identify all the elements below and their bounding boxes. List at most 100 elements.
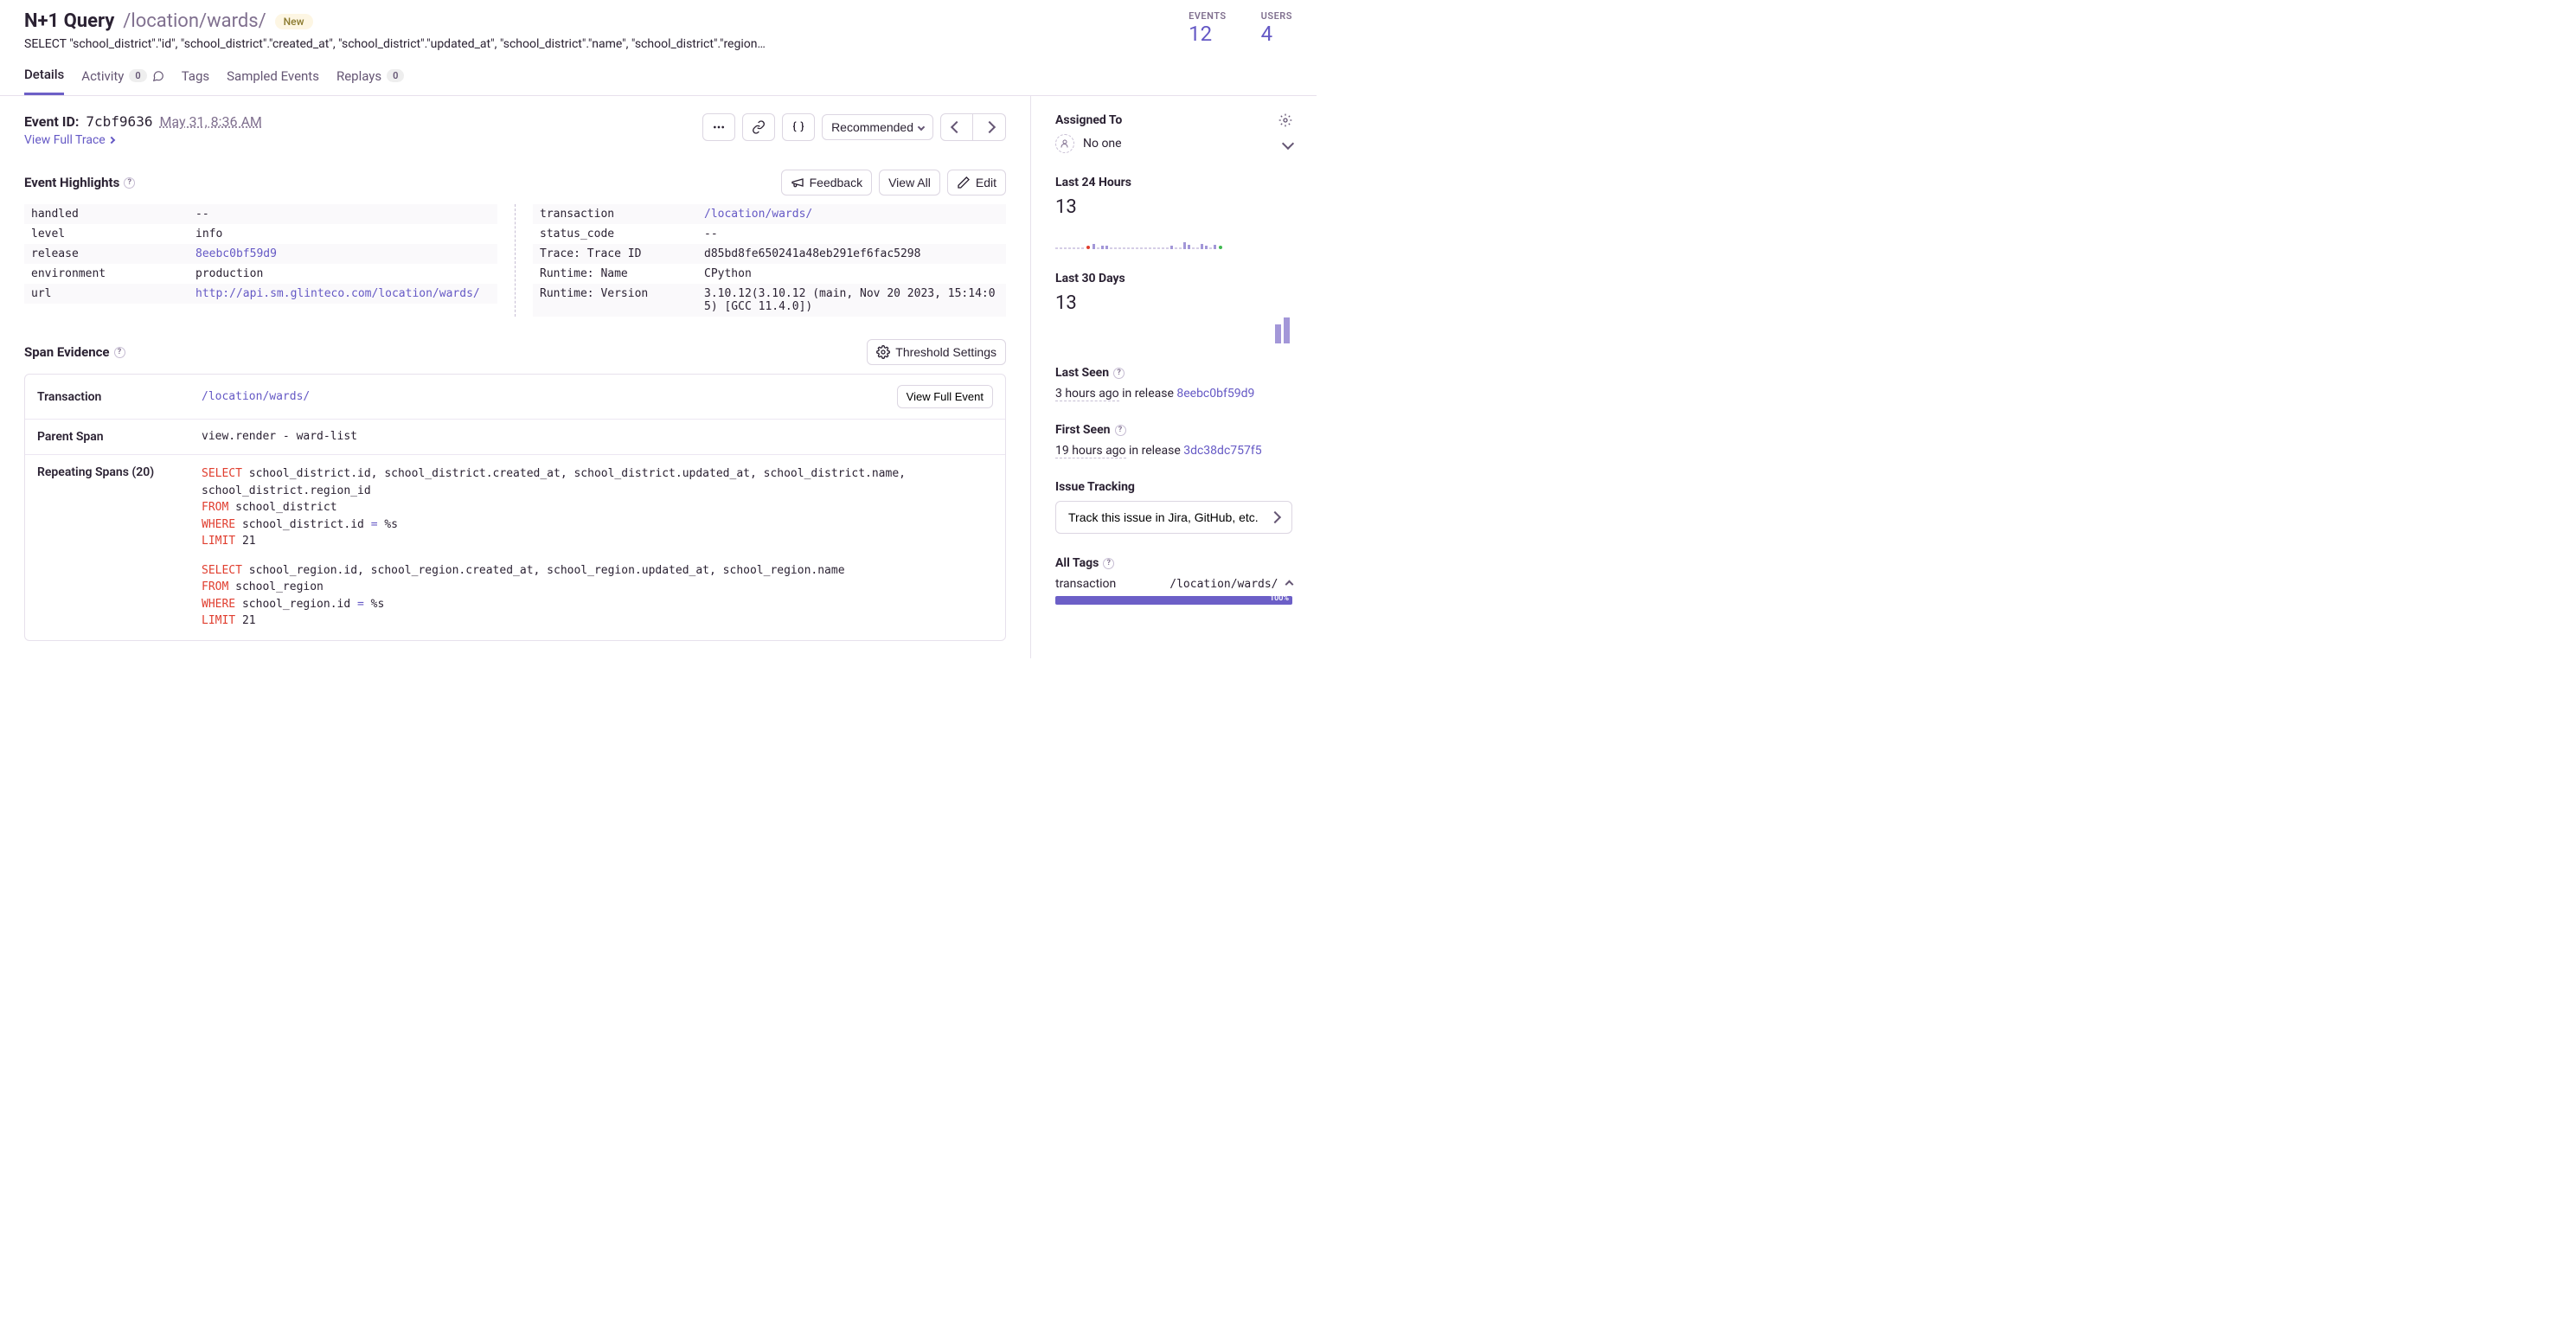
recommended-label: Recommended: [831, 120, 913, 134]
highlight-row: transaction/location/wards/: [533, 204, 1006, 224]
tabs-bar: Details Activity 0 Tags Sampled Events R…: [0, 51, 1317, 96]
chevron-down-icon: [918, 124, 925, 131]
highlight-value: 3.10.12(3.10.12 (main, Nov 20 2023, 15:1…: [697, 284, 1006, 317]
megaphone-icon: [791, 176, 804, 189]
last-seen-in: in release: [1119, 387, 1177, 401]
help-icon[interactable]: ?: [124, 177, 135, 189]
highlight-value: CPython: [697, 264, 1006, 284]
transaction-value[interactable]: /location/wards/: [202, 390, 310, 403]
highlight-row: Runtime: Version3.10.12(3.10.12 (main, N…: [533, 284, 1006, 317]
highlight-value: production: [189, 264, 497, 284]
highlight-value: info: [189, 224, 497, 244]
chevron-right-icon: [1269, 511, 1281, 523]
feedback-label: Feedback: [810, 176, 862, 189]
help-icon[interactable]: ?: [1113, 368, 1125, 379]
assigned-to-label: Assigned To: [1055, 113, 1122, 127]
last-24h-value: 13: [1055, 196, 1292, 218]
view-all-button[interactable]: View All: [879, 170, 940, 196]
feedback-button[interactable]: Feedback: [781, 170, 872, 196]
assigned-to-value: No one: [1083, 137, 1122, 151]
help-icon[interactable]: ?: [114, 347, 125, 358]
highlight-key: Trace: Trace ID: [533, 244, 697, 264]
prev-event-button[interactable]: [940, 113, 973, 141]
highlight-value: --: [697, 224, 1006, 244]
highlight-key: handled: [24, 204, 189, 224]
last-seen-ago: 3 hours ago: [1055, 387, 1119, 401]
tab-replays-count: 0: [387, 69, 404, 82]
gear-icon: [876, 345, 890, 359]
tab-sampled-events[interactable]: Sampled Events: [227, 67, 319, 95]
copy-link-button[interactable]: [742, 113, 775, 141]
tag-transaction-row[interactable]: transaction /location/wards/: [1055, 577, 1292, 591]
issue-tracking-label: Issue Tracking: [1055, 480, 1292, 494]
last-seen-label: Last Seen: [1055, 366, 1109, 380]
tab-replays[interactable]: Replays 0: [336, 67, 404, 95]
pencil-icon: [957, 176, 971, 189]
first-seen-release[interactable]: 3dc38dc757f5: [1183, 444, 1261, 458]
highlight-row: urlhttp://api.sm.glinteco.com/location/w…: [24, 284, 497, 304]
tab-tags[interactable]: Tags: [182, 67, 209, 95]
page-title: N+1 Query: [24, 10, 114, 32]
highlight-key: transaction: [533, 204, 697, 224]
tab-details[interactable]: Details: [24, 67, 64, 95]
edit-button[interactable]: Edit: [947, 170, 1006, 196]
sql-block-1: SELECT school_district.id, school_distri…: [202, 465, 993, 550]
threshold-settings-button[interactable]: Threshold Settings: [867, 339, 1006, 365]
status-badge: New: [275, 14, 313, 29]
help-icon[interactable]: ?: [1115, 425, 1126, 436]
recommended-dropdown[interactable]: Recommended: [822, 114, 933, 140]
assigned-to-dropdown[interactable]: No one: [1055, 134, 1292, 153]
tab-activity-label: Activity: [81, 68, 124, 84]
highlights-left-column: handled--levelinforelease8eebc0bf59d9env…: [24, 204, 497, 317]
highlight-row: levelinfo: [24, 224, 497, 244]
chevron-right-icon: [107, 137, 114, 144]
tab-activity-count: 0: [129, 69, 146, 82]
last-24h-sparkline: [1055, 223, 1292, 249]
last-seen-release[interactable]: 8eebc0bf59d9: [1176, 387, 1254, 401]
view-full-trace-label: View Full Trace: [24, 133, 106, 147]
last-30d-value: 13: [1055, 292, 1292, 314]
events-value: 12: [1189, 22, 1227, 46]
track-issue-button[interactable]: Track this issue in Jira, GitHub, etc.: [1055, 501, 1292, 534]
all-tags-label: All Tags: [1055, 556, 1099, 570]
threshold-settings-label: Threshold Settings: [895, 345, 996, 359]
transaction-label: Transaction: [25, 380, 189, 414]
highlight-row: Runtime: NameCPython: [533, 264, 1006, 284]
highlight-key: level: [24, 224, 189, 244]
help-icon[interactable]: ?: [1103, 558, 1114, 569]
sql-block-2: SELECT school_region.id, school_region.c…: [202, 562, 993, 630]
view-full-event-button[interactable]: View Full Event: [897, 385, 993, 408]
chevron-right-icon: [983, 121, 995, 133]
next-event-button[interactable]: [973, 113, 1006, 141]
highlight-value[interactable]: http://api.sm.glinteco.com/location/ward…: [189, 284, 497, 304]
more-actions-button[interactable]: [702, 113, 735, 141]
event-id: 7cbf9636: [86, 113, 152, 130]
parent-span-label: Parent Span: [25, 420, 189, 454]
highlight-key: url: [24, 284, 189, 304]
highlight-key: Runtime: Version: [533, 284, 697, 317]
highlight-value[interactable]: /location/wards/: [697, 204, 1006, 224]
view-full-trace-link[interactable]: View Full Trace: [24, 133, 114, 147]
repeating-spans-label: Repeating Spans (20): [25, 455, 189, 640]
page-title-path: /location/wards/: [123, 10, 266, 32]
users-stat[interactable]: USERS 4: [1261, 10, 1292, 51]
last-24h-label: Last 24 Hours: [1055, 176, 1292, 189]
ellipsis-icon: [712, 120, 726, 134]
highlight-value[interactable]: 8eebc0bf59d9: [189, 244, 497, 264]
event-highlights-title: Event Highlights: [24, 175, 119, 190]
link-icon: [752, 120, 766, 134]
tab-activity[interactable]: Activity 0: [81, 67, 163, 95]
users-label: USERS: [1261, 10, 1292, 22]
events-stat[interactable]: EVENTS 12: [1189, 10, 1227, 51]
highlights-right-column: transaction/location/wards/status_code--…: [533, 204, 1006, 317]
json-button[interactable]: [782, 113, 815, 141]
gear-icon[interactable]: [1278, 113, 1292, 127]
first-seen-in: in release: [1126, 444, 1184, 458]
braces-icon: [791, 120, 805, 134]
tag-transaction-pct: 100%: [1270, 594, 1289, 603]
highlight-row: handled--: [24, 204, 497, 224]
first-seen-ago: 19 hours ago: [1055, 444, 1126, 458]
tag-transaction-key: transaction: [1055, 577, 1116, 591]
events-label: EVENTS: [1189, 10, 1227, 22]
highlight-key: Runtime: Name: [533, 264, 697, 284]
